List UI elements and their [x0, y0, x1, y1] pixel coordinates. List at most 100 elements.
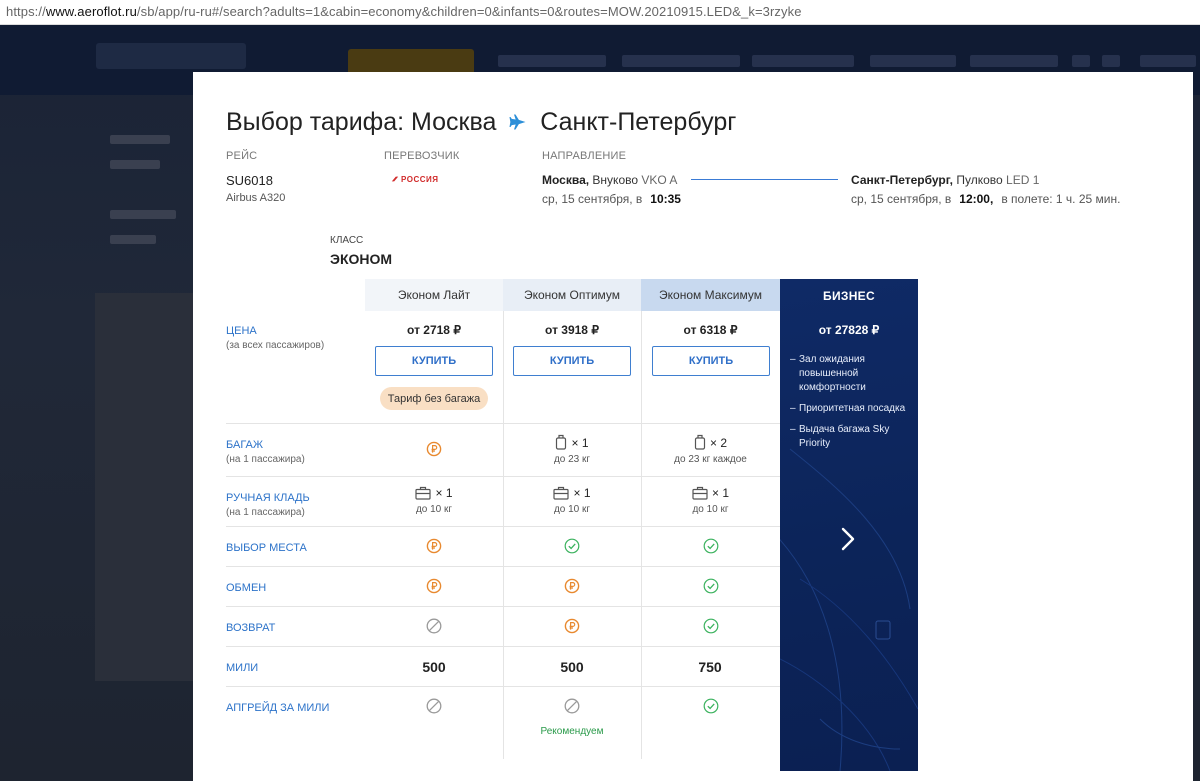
price-econom-maximum: от 6318 ₽ [683, 323, 738, 337]
buy-button-econom-optimum[interactable]: КУПИТЬ [513, 346, 631, 376]
plane-icon [509, 114, 526, 130]
url-scheme: https:// [6, 4, 46, 19]
background-nav-item [970, 55, 1058, 67]
suitcase-icon [694, 434, 706, 450]
prohibited-icon [426, 698, 442, 714]
arrival-time: 12:00, [959, 192, 994, 206]
miles-econom-lite: 500 [422, 659, 446, 675]
business-feature: Зал ожидания повышенной комфортности [790, 353, 910, 395]
check-circle-icon [703, 618, 719, 634]
ruble-circle-icon [426, 441, 442, 457]
miles-econom-optimum: 500 [560, 659, 584, 675]
arrival-datetime: ср, 15 сентября, в 12:00, в полете: 1 ч. 2… [851, 192, 1120, 206]
fare-header-econom-maximum: Эконом Максимум [641, 279, 780, 311]
business-title: БИЗНЕС [823, 289, 875, 303]
departure-code: VKO A [641, 173, 678, 187]
background-logo [96, 43, 246, 69]
arrival-date: ср, 15 сентября, в [851, 192, 952, 206]
class-value: ЭКОНОМ [330, 251, 393, 267]
prohibited-icon [426, 618, 442, 634]
row-label-exchange: ОБМЕН [226, 582, 267, 594]
baggage-note: до 23 кг [553, 454, 591, 465]
route-line [691, 179, 838, 180]
check-circle-icon [703, 698, 719, 714]
row-label-seat-selection: ВЫБОР МЕСТА [226, 542, 307, 554]
background-nav-item [622, 55, 740, 67]
row-label-price: ЦЕНА [226, 325, 257, 337]
departure-datetime: ср, 15 сентября, в 10:35 [542, 192, 681, 206]
price-econom-optimum: от 3918 ₽ [545, 323, 599, 337]
fare-selection-modal: Выбор тарифа: Москва Санкт-Петербург РЕЙ… [193, 72, 1193, 781]
baggage-count: × 2 [709, 436, 727, 450]
departure-airport: Внуково [592, 173, 639, 187]
row-sub-baggage: (на 1 пассажира) [226, 454, 305, 465]
row-divider [226, 606, 780, 607]
hand-luggage-note: до 10 кг [553, 504, 591, 515]
direction-label: НАПРАВЛЕНИЕ [542, 150, 627, 162]
buy-button-econom-maximum[interactable]: КУПИТЬ [652, 346, 770, 376]
row-divider [226, 526, 780, 527]
no-baggage-badge: Тариф без багажа [380, 387, 488, 410]
hand-luggage-count: × 1 [711, 486, 729, 500]
flight-duration: в полете: 1 ч. 25 мин. [1001, 192, 1121, 206]
column-divider [503, 311, 504, 759]
arrival-city: Санкт-Петербург, [851, 173, 954, 187]
briefcase-icon [415, 486, 432, 500]
miles-econom-maximum: 750 [698, 659, 722, 675]
background-line [110, 210, 176, 219]
carrier-label: ПЕРЕВОЗЧИК [384, 150, 460, 162]
check-circle-icon [564, 538, 580, 554]
row-label-miles: МИЛИ [226, 662, 259, 674]
departure-place: Москва, Внуково VKO A [542, 173, 677, 187]
hand-luggage-count: × 1 [573, 486, 591, 500]
row-sub-price: (за всех пассажиров) [226, 340, 325, 351]
background-nav-item [1072, 55, 1090, 67]
row-divider [226, 686, 780, 687]
arrival-code: LED 1 [1006, 173, 1040, 187]
flight-number: SU6018 [226, 173, 273, 188]
baggage-count: × 1 [571, 436, 589, 450]
background-nav-item [498, 55, 606, 67]
aircraft-type: Airbus A320 [226, 192, 286, 204]
buy-button-econom-lite[interactable]: КУПИТЬ [375, 346, 493, 376]
class-label: КЛАСС [330, 235, 364, 246]
business-feature: Приоритетная посадка [790, 402, 910, 416]
carrier-name: РОССИЯ [401, 175, 439, 184]
business-features: Зал ожидания повышенной комфортности При… [790, 353, 910, 458]
background-line [110, 235, 156, 244]
prohibited-icon [564, 698, 580, 714]
background-line [110, 160, 160, 169]
ruble-circle-icon [564, 618, 580, 634]
row-label-upgrade: АПГРЕЙД ЗА МИЛИ [226, 702, 330, 714]
carrier-logo: РОССИЯ [391, 175, 439, 184]
address-bar[interactable]: https://www.aeroflot.ru/sb/app/ru-ru#/se… [0, 0, 1200, 25]
business-feature: Выдача багажа Sky Priority [790, 423, 910, 451]
arrival-airport: Пулково [956, 173, 1003, 187]
background-line [110, 135, 170, 144]
hand-luggage-note: до 10 кг [692, 504, 729, 515]
row-divider [226, 476, 780, 477]
background-nav-item [752, 55, 854, 67]
ruble-circle-icon [426, 578, 442, 594]
fare-header-econom-optimum: Эконом Оптимум [503, 279, 641, 311]
hand-luggage-note: до 10 кг [415, 504, 453, 515]
background-filter-panel [95, 293, 193, 681]
departure-city: Москва, [542, 173, 590, 187]
chevron-right-icon[interactable] [838, 524, 858, 554]
ruble-circle-icon [564, 578, 580, 594]
title-destination: Санкт-Петербург [540, 108, 737, 136]
background-nav-item [1102, 55, 1120, 67]
ruble-circle-icon [426, 538, 442, 554]
carrier-logo-mark-icon [391, 176, 399, 182]
modal-title: Выбор тарифа: Москва Санкт-Петербург [226, 108, 736, 137]
title-origin: Выбор тарифа: Москва [226, 108, 497, 136]
address-bar-url[interactable]: https://www.aeroflot.ru/sb/app/ru-ru#/se… [6, 4, 802, 19]
hand-luggage-econom-maximum: × 1 до 10 кг [641, 486, 780, 515]
arrival-place: Санкт-Петербург, Пулково LED 1 [851, 173, 1039, 187]
business-fare-panel[interactable]: БИЗНЕС от 27828 ₽ Зал ожидания повышенно… [780, 279, 918, 771]
background-nav-item [1140, 55, 1196, 67]
url-domain: www.aeroflot.ru [45, 4, 137, 19]
baggage-econom-optimum: × 1 до 23 кг [503, 434, 641, 465]
departure-time: 10:35 [650, 192, 681, 206]
departure-date: ср, 15 сентября, в [542, 192, 643, 206]
